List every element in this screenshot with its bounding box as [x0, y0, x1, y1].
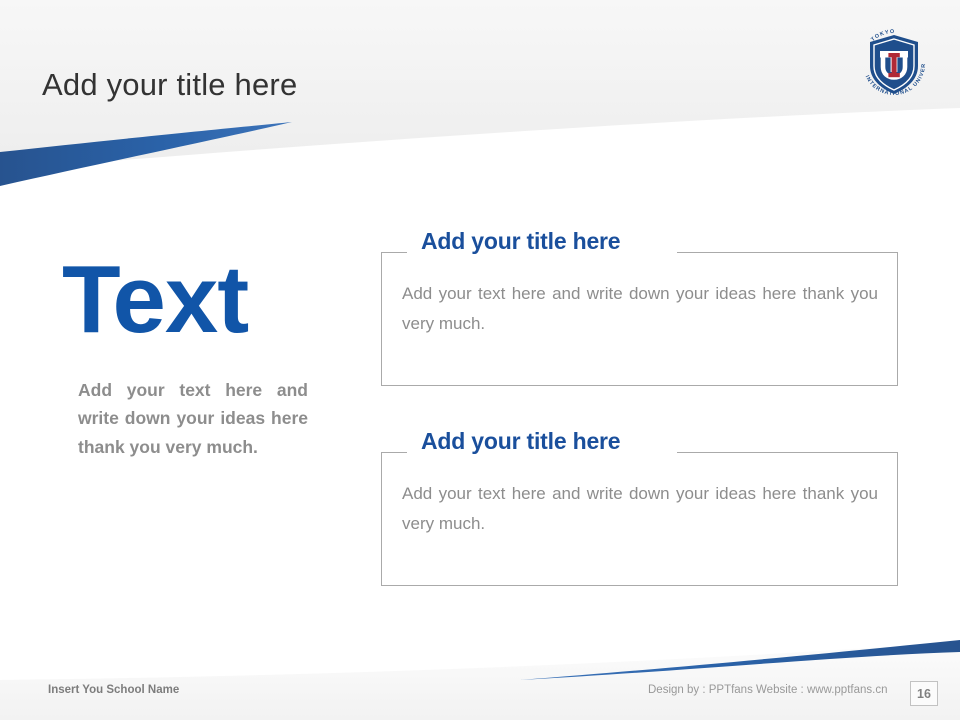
left-column: Text Add your text here and write down y…	[62, 252, 320, 461]
content-box-2-body: Add your text here and write down your i…	[402, 484, 878, 534]
content-box-2-heading: Add your title here	[421, 428, 621, 454]
left-body-text: Add your text here and write down your i…	[78, 380, 308, 457]
left-headline: Text	[62, 246, 249, 353]
content-box-1-heading: Add your title here	[421, 228, 621, 254]
page-number-badge: 16	[910, 681, 938, 706]
content-box-1-body: Add your text here and write down your i…	[402, 284, 878, 334]
page-title: Add your title here	[42, 66, 298, 102]
footer-decoration	[0, 640, 960, 720]
tiu-logo: TOKYO INTERNATIONAL UNIVERSITY	[850, 18, 936, 106]
footer-swoosh-graphic	[0, 640, 960, 720]
slide-canvas: Add your title here TOKYO INTERNATIONAL …	[0, 0, 960, 720]
footer-school-name: Insert You School Name	[48, 684, 180, 696]
university-shield-icon: TOKYO INTERNATIONAL UNIVERSITY	[850, 18, 926, 97]
content-box-2: Add your title here Add your text here a…	[381, 428, 898, 586]
content-box-1: Add your title here Add your text here a…	[381, 228, 898, 386]
footer-credit: Design by : PPTfans Website : www.pptfan…	[648, 684, 888, 696]
